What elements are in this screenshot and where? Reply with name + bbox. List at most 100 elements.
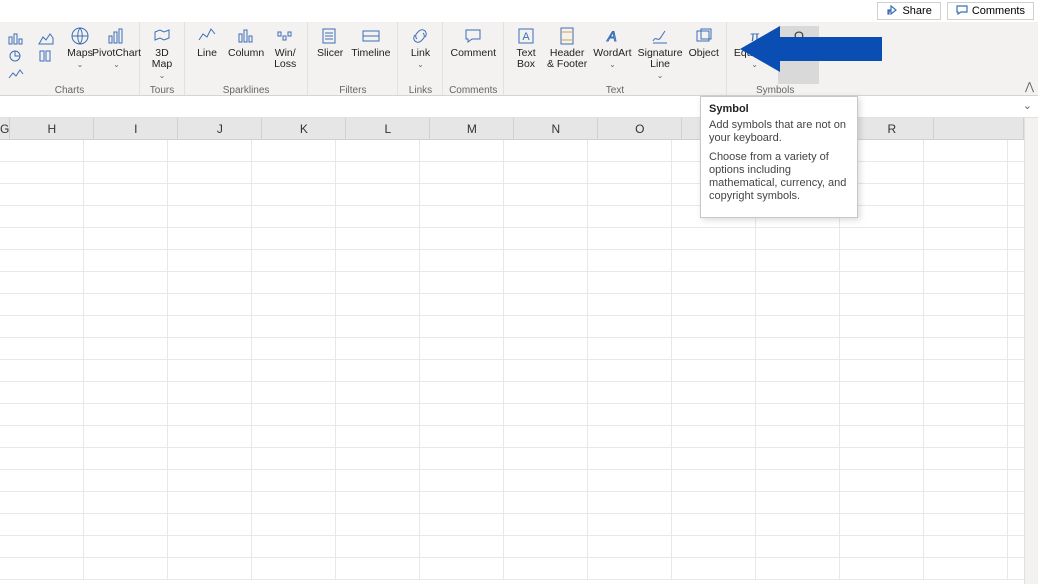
cell[interactable] [0,492,84,514]
cell[interactable] [84,338,168,360]
cell[interactable] [840,316,924,338]
cell[interactable] [0,272,84,294]
cell[interactable] [336,426,420,448]
cell[interactable] [504,162,588,184]
cell[interactable] [1008,492,1024,514]
comment-button[interactable]: Comment [447,26,499,84]
cell[interactable] [1008,382,1024,404]
vertical-scrollbar[interactable] [1024,118,1038,584]
cell[interactable] [588,536,672,558]
cell[interactable] [1008,514,1024,536]
column-header[interactable]: I [94,118,178,140]
cell[interactable] [1008,338,1024,360]
cell[interactable] [0,162,84,184]
cell[interactable] [336,184,420,206]
cell[interactable] [336,492,420,514]
column-header[interactable]: M [430,118,514,140]
cell[interactable] [336,448,420,470]
cell[interactable] [1008,272,1024,294]
cell[interactable] [84,316,168,338]
cell[interactable] [756,382,840,404]
cell[interactable] [588,514,672,536]
sparkline-winloss-button[interactable]: Win/ Loss [267,26,303,84]
cell[interactable] [924,250,1008,272]
column-header[interactable]: H [10,118,94,140]
cell[interactable] [168,360,252,382]
chart-type-icon[interactable] [6,66,28,82]
cell[interactable] [756,404,840,426]
cell[interactable] [924,360,1008,382]
cell[interactable] [504,206,588,228]
cell[interactable] [504,514,588,536]
cell[interactable] [84,140,168,162]
cell[interactable] [1008,536,1024,558]
chart-type-icon[interactable] [36,30,58,46]
cell[interactable] [0,404,84,426]
chart-type-icon[interactable] [6,30,28,46]
cell[interactable] [1008,316,1024,338]
cell[interactable] [924,492,1008,514]
cell[interactable] [756,360,840,382]
cell[interactable] [840,492,924,514]
cell[interactable] [168,272,252,294]
cell[interactable] [252,272,336,294]
cell[interactable] [588,272,672,294]
cell[interactable] [840,404,924,426]
share-button[interactable]: Share [877,2,940,20]
cell[interactable] [756,470,840,492]
cell[interactable] [420,250,504,272]
column-header[interactable]: N [514,118,598,140]
cell[interactable] [588,140,672,162]
cell[interactable] [756,316,840,338]
cell[interactable] [0,184,84,206]
cell[interactable] [672,558,756,580]
cell[interactable] [924,140,1008,162]
cell[interactable] [504,272,588,294]
cell[interactable] [756,492,840,514]
cell[interactable] [840,426,924,448]
cell[interactable] [84,426,168,448]
cell[interactable] [420,228,504,250]
cell[interactable] [1008,558,1024,580]
cell[interactable] [504,558,588,580]
cell[interactable] [840,536,924,558]
cell[interactable] [420,272,504,294]
cell[interactable] [756,426,840,448]
cell[interactable] [840,294,924,316]
column-header[interactable] [934,118,1024,140]
signature-line-button[interactable]: Signature Line ⌄ [635,26,686,84]
cell[interactable] [0,250,84,272]
cell[interactable] [84,558,168,580]
cell[interactable] [504,228,588,250]
cell[interactable] [756,558,840,580]
cell[interactable] [336,294,420,316]
cell[interactable] [168,206,252,228]
cell[interactable] [840,558,924,580]
cell[interactable] [0,382,84,404]
cell[interactable] [672,316,756,338]
cell[interactable] [252,536,336,558]
cell[interactable] [756,338,840,360]
cell[interactable] [0,294,84,316]
cell[interactable] [672,294,756,316]
cell[interactable] [672,404,756,426]
cell[interactable] [924,162,1008,184]
cell[interactable] [252,184,336,206]
cell[interactable] [336,316,420,338]
cell[interactable] [672,470,756,492]
cell[interactable] [252,140,336,162]
link-button[interactable]: Link ⌄ [402,26,438,84]
cell[interactable] [0,316,84,338]
cell[interactable] [504,140,588,162]
cell[interactable] [840,250,924,272]
comments-button[interactable]: Comments [947,2,1034,20]
cell[interactable] [336,162,420,184]
cell[interactable] [840,360,924,382]
cell[interactable] [588,360,672,382]
cell[interactable] [168,250,252,272]
cell[interactable] [84,206,168,228]
cell[interactable] [84,294,168,316]
textbox-button[interactable]: A Text Box [508,26,544,84]
cell[interactable] [84,184,168,206]
cell[interactable] [420,448,504,470]
